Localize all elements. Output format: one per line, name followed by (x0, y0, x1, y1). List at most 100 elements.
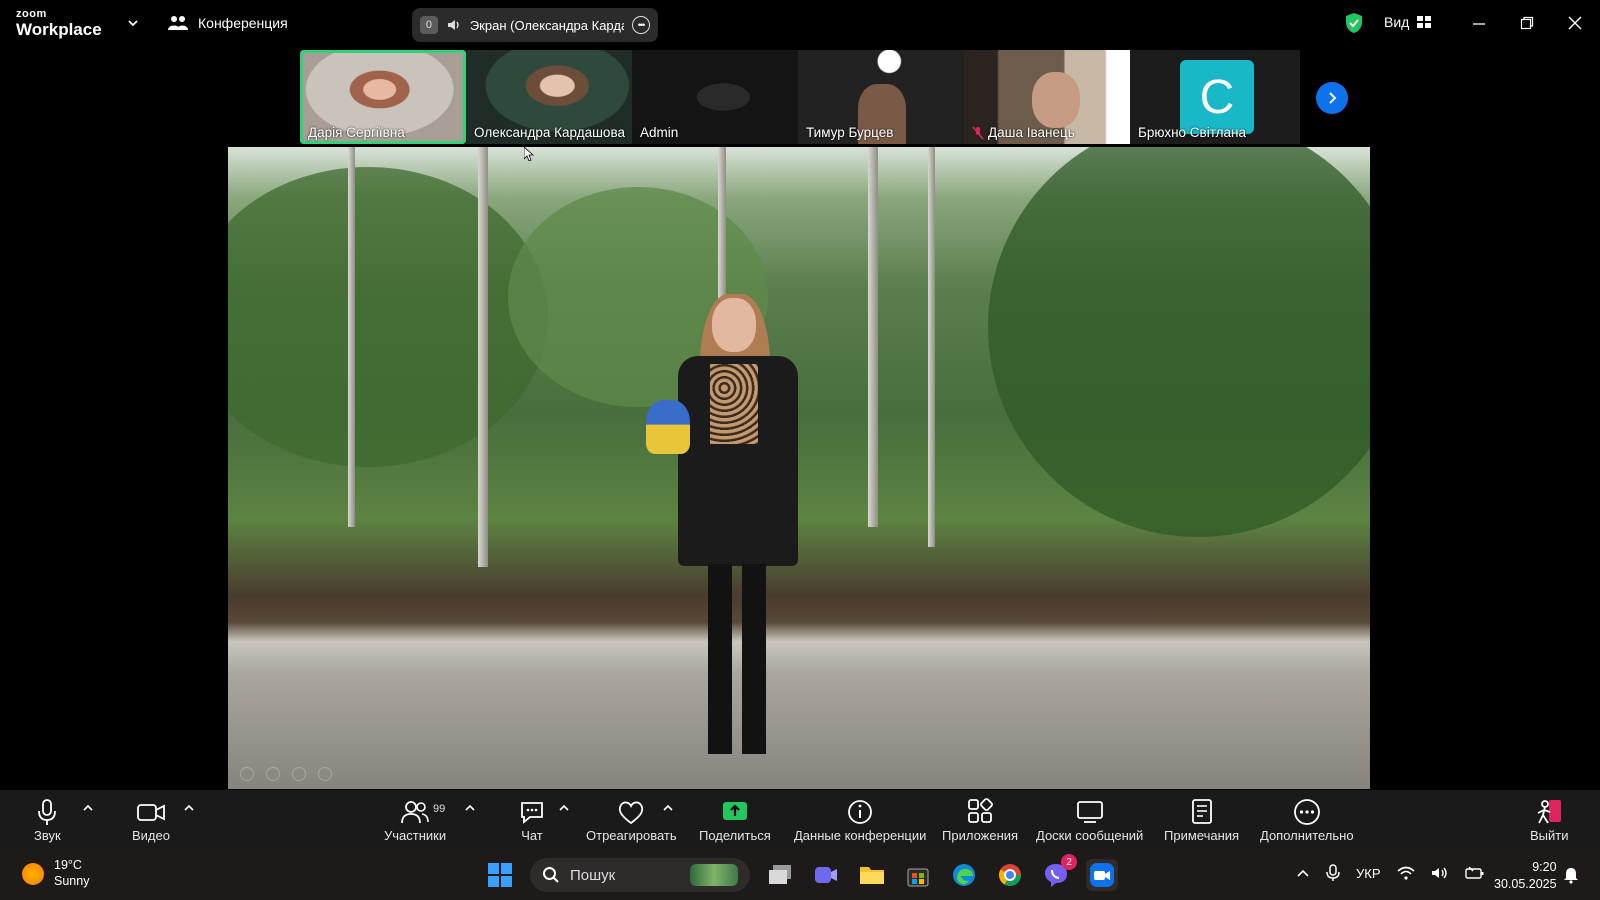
meeting-menu[interactable]: Конференция (168, 14, 288, 32)
grid-view-icon (1417, 16, 1432, 28)
meet-app[interactable] (810, 859, 842, 891)
apps-label: Приложения (942, 828, 1019, 843)
meeting-label: Конференция (198, 15, 288, 31)
participant-tile[interactable]: Даша Іванець (964, 50, 1130, 144)
leave-button[interactable]: Выйти (1530, 798, 1569, 843)
mic-muted-icon (972, 125, 984, 140)
shared-screen-video[interactable] (228, 147, 1370, 789)
speaker-icon (447, 20, 459, 30)
system-clock[interactable]: 9:20 30.05.2025 (1494, 859, 1557, 893)
apps-icon (968, 798, 993, 823)
meeting-info-button[interactable]: Данные конференции (794, 798, 926, 843)
prev-icon[interactable] (240, 767, 254, 781)
share-label: Поделиться (699, 828, 771, 843)
viber-app[interactable]: 2 (1040, 854, 1077, 891)
participant-tile[interactable]: Admin (632, 50, 798, 144)
close-icon (1568, 16, 1582, 30)
windows-logo-icon (488, 863, 512, 887)
caret-up-icon[interactable] (558, 802, 570, 814)
security-shield-icon[interactable] (1344, 12, 1364, 34)
caret-up-icon[interactable] (464, 802, 476, 814)
chevron-right-icon (1329, 92, 1337, 104)
caret-up-icon[interactable] (662, 802, 674, 814)
participants-count: 99 (433, 803, 446, 815)
wifi-icon[interactable] (1396, 866, 1415, 880)
annotate-icon[interactable] (292, 767, 306, 781)
close-button[interactable] (1564, 12, 1586, 34)
next-page-button[interactable] (1316, 82, 1348, 114)
chevron-up-icon[interactable] (1296, 866, 1310, 880)
clock-time: 9:20 (1532, 860, 1557, 874)
edge-browser-icon (953, 864, 975, 886)
mouse-cursor-icon (524, 147, 534, 161)
view-button[interactable]: Вид (1384, 14, 1432, 30)
task-view-button[interactable] (764, 859, 796, 891)
store-icon (907, 868, 929, 887)
leave-icon (1537, 800, 1562, 824)
participant-tile[interactable]: Тимур Бурцев (798, 50, 964, 144)
participants-label: Участники (384, 828, 447, 843)
video-camera-icon (137, 804, 165, 821)
folder-icon (860, 867, 884, 884)
apps-button[interactable]: Приложения (942, 798, 1018, 843)
sun-icon (22, 862, 44, 885)
more-icon (1293, 799, 1320, 825)
battery-icon[interactable] (1464, 866, 1485, 880)
participant-tile[interactable]: Олександра Кардашова (466, 50, 632, 144)
weather-widget[interactable]: 19°C Sunny (22, 858, 89, 889)
chrome-app[interactable] (994, 859, 1026, 891)
birch-trunk (348, 147, 355, 527)
start-button[interactable] (484, 859, 516, 891)
chat-icon (521, 802, 543, 824)
language-indicator[interactable]: УКР (1356, 866, 1381, 881)
audio-button[interactable]: Звук (34, 798, 61, 843)
video-button[interactable]: Видео (132, 798, 170, 843)
settings-icon[interactable] (318, 767, 332, 781)
zoom-icon (1090, 863, 1114, 887)
more-label: Дополнительно (1260, 828, 1354, 843)
notes-button[interactable]: Примечания (1164, 798, 1239, 843)
participant-tile[interactable]: C Брюхно Світлана (1130, 50, 1296, 144)
participant-tile[interactable]: Дарія Сергіївна (300, 50, 466, 144)
zoom-app[interactable] (1086, 859, 1118, 891)
logo-small-text: zoom (16, 8, 47, 20)
file-explorer-app[interactable] (856, 859, 888, 891)
search-highlight-icon (690, 864, 738, 886)
minimize-icon (1473, 23, 1485, 25)
notification-bell-icon[interactable] (1562, 866, 1580, 884)
leave-label: Выйти (1530, 828, 1569, 843)
participants-icon (401, 801, 429, 824)
participant-video (1032, 72, 1080, 128)
more-options-icon[interactable]: ••• (632, 16, 650, 34)
clock-date: 30.05.2025 (1494, 876, 1557, 891)
face (712, 298, 756, 352)
store-app[interactable] (902, 859, 934, 891)
zoom-logo[interactable]: zoom Workplace (16, 8, 102, 39)
chat-button[interactable]: Чат (518, 798, 546, 843)
foliage (228, 167, 548, 467)
share-screen-button[interactable]: Поделиться (699, 798, 771, 843)
chevron-down-icon[interactable] (126, 16, 140, 30)
caret-up-icon[interactable] (183, 802, 195, 814)
caret-up-icon[interactable] (82, 802, 94, 814)
meeting-info-label: Данные конференции (794, 828, 927, 843)
video-chat-icon (815, 867, 837, 883)
microphone-tray-icon[interactable] (1326, 864, 1340, 882)
react-label: Отреагировать (586, 828, 677, 843)
whiteboards-button[interactable]: Доски сообщений (1036, 798, 1143, 843)
play-icon[interactable] (266, 767, 280, 781)
birch-trunk (928, 147, 935, 547)
birch-trunk (868, 147, 878, 527)
participant-name-wrap: Даша Іванець (972, 125, 1075, 140)
participant-name: Брюхно Світлана (1138, 125, 1246, 140)
participant-name: Даша Іванець (988, 125, 1075, 140)
taskbar-search[interactable]: Пошук (530, 858, 750, 892)
chrome-browser-icon (999, 864, 1021, 886)
participant-strip: Дарія Сергіївна Олександра Кардашова Adm… (300, 50, 1300, 144)
edge-app[interactable] (948, 859, 980, 891)
minimize-button[interactable] (1468, 12, 1490, 34)
maximize-button[interactable] (1516, 12, 1538, 34)
screen-share-pill[interactable]: 0 Экран (Олександра Кардашова) ••• (412, 8, 658, 42)
more-button[interactable]: Дополнительно (1260, 798, 1354, 843)
volume-icon[interactable] (1431, 866, 1449, 880)
